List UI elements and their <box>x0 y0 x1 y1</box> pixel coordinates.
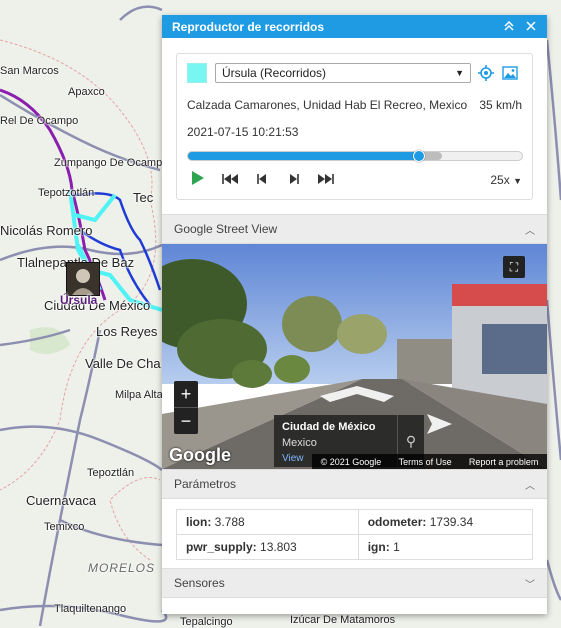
step-forward-icon[interactable] <box>283 173 305 187</box>
playback-speed-value: 25x <box>490 173 510 187</box>
table-cell: pwr_supply: 13.803 <box>176 534 359 560</box>
fullscreen-icon[interactable]: ⛶ <box>503 256 525 278</box>
playback-speed-select[interactable]: 25x ▼ <box>490 173 522 187</box>
map-label: Rel De Ocampo <box>0 115 79 127</box>
track-row: Úrsula (Recorridos) ▼ <box>187 62 522 84</box>
map-label: Zumpango De Ocamp <box>54 157 163 169</box>
param-value: 3.788 <box>214 515 245 529</box>
map-label: Tec <box>133 190 154 205</box>
map-label: Tlaquiltenango <box>54 603 127 615</box>
parameters-table: lion: 3.788 odometer: 1739.34 pwr_supply… <box>162 499 547 568</box>
section-title: Google Street View <box>174 222 278 236</box>
param-value: 13.803 <box>260 540 297 554</box>
map-label: Temixco <box>44 521 85 533</box>
vehicle-marker-icon[interactable] <box>66 262 100 296</box>
sv-place-name: Ciudad de México <box>282 421 376 433</box>
section-title: Parámetros <box>174 477 237 491</box>
route-player-panel: Reproductor de recorridos Úrsula (Recorr… <box>162 15 547 614</box>
close-icon[interactable] <box>523 20 539 34</box>
skip-end-icon[interactable] <box>315 173 337 187</box>
chevron-down-icon: ▼ <box>455 68 464 78</box>
chevron-down-icon: ﹀ <box>525 579 535 591</box>
datetime-text: 2021-07-15 10:21:53 <box>187 125 299 139</box>
map-label: Cuernavaca <box>26 493 97 508</box>
section-title: Sensores <box>174 576 225 590</box>
table-row: pwr_supply: 13.803 ign: 1 <box>176 534 534 560</box>
player-box: Úrsula (Recorridos) ▼ Calzada Camarones,… <box>176 53 533 200</box>
map-label: Apaxco <box>68 86 105 98</box>
param-name: lion: <box>186 515 212 529</box>
sv-copyright: © 2021 Google <box>320 456 382 467</box>
sensors-section-header[interactable]: Sensores ﹀ <box>162 568 547 598</box>
speed-text: 35 km/h <box>479 98 522 112</box>
sv-country: Mexico <box>282 437 317 449</box>
double-chevron-up-icon[interactable] <box>501 20 517 34</box>
param-name: pwr_supply: <box>186 540 257 554</box>
zoom-out-button[interactable]: − <box>174 407 198 434</box>
param-name: ign: <box>367 540 390 554</box>
parameters-section-header[interactable]: Parámetros ︿ <box>162 469 547 499</box>
locate-target-icon[interactable] <box>477 64 495 82</box>
map-label: San Marcos <box>0 65 59 77</box>
street-view-section-header[interactable]: Google Street View ︿ <box>162 214 547 244</box>
map-label: Milpa Alta <box>115 389 163 401</box>
play-icon[interactable] <box>187 170 209 190</box>
table-cell: ign: 1 <box>357 534 534 560</box>
map-label: Los Reyes <box>96 324 158 339</box>
step-back-icon[interactable] <box>251 173 273 187</box>
track-color-swatch <box>187 63 207 83</box>
map-label: Tepoztlán <box>87 467 135 479</box>
map-label: Izúcar De Matamoros <box>290 614 396 626</box>
caret-down-icon: ▼ <box>513 176 522 186</box>
playback-progress-bar[interactable] <box>187 150 523 162</box>
address-text: Calzada Camarones, Unidad Hab El Recreo,… <box>187 98 468 112</box>
map-label: Tepalcingo <box>180 616 233 628</box>
map-label: Tepotzotlán <box>38 187 95 199</box>
table-cell: lion: 3.788 <box>176 509 359 535</box>
progress-handle[interactable] <box>413 150 426 162</box>
param-value: 1 <box>393 540 400 554</box>
map-label: Nicolás Romero <box>0 223 93 238</box>
param-value: 1739.34 <box>429 515 474 529</box>
track-select-value: Úrsula (Recorridos) <box>222 66 327 80</box>
location-row: Calzada Camarones, Unidad Hab El Recreo,… <box>187 98 522 112</box>
map-label: Valle De Cha <box>85 356 161 371</box>
chevron-up-icon: ︿ <box>525 480 535 492</box>
panel-header: Reproductor de recorridos <box>162 15 547 38</box>
street-view-image[interactable]: ⛶ + − Ciudad de México Mexico View ⚲ Goo… <box>162 244 547 469</box>
track-select[interactable]: Úrsula (Recorridos) ▼ <box>215 63 471 83</box>
image-icon[interactable] <box>501 64 519 82</box>
map-label-region: MORELOS <box>88 561 156 575</box>
table-row: lion: 3.788 odometer: 1739.34 <box>176 509 534 535</box>
chevron-up-icon: ︿ <box>525 225 535 237</box>
sv-report-link[interactable]: Report a problem <box>469 457 539 467</box>
zoom-control: + − <box>174 381 198 434</box>
progress-fill <box>188 152 419 160</box>
zoom-in-button[interactable]: + <box>174 381 198 407</box>
table-cell: odometer: 1739.34 <box>357 509 534 535</box>
google-logo: Google <box>169 445 231 465</box>
sv-terms-link[interactable]: Terms of Use <box>399 457 452 467</box>
vehicle-marker-label: Úrsula <box>60 293 98 307</box>
param-name: odometer: <box>367 515 427 529</box>
sv-view-link[interactable]: View <box>282 453 304 464</box>
playback-controls: 25x ▼ <box>187 169 522 191</box>
skip-start-icon[interactable] <box>219 173 241 187</box>
panel-title: Reproductor de recorridos <box>172 19 325 34</box>
sv-footer: © 2021 Google Terms of Use Report a prob… <box>312 454 547 469</box>
avatar <box>67 263 99 295</box>
